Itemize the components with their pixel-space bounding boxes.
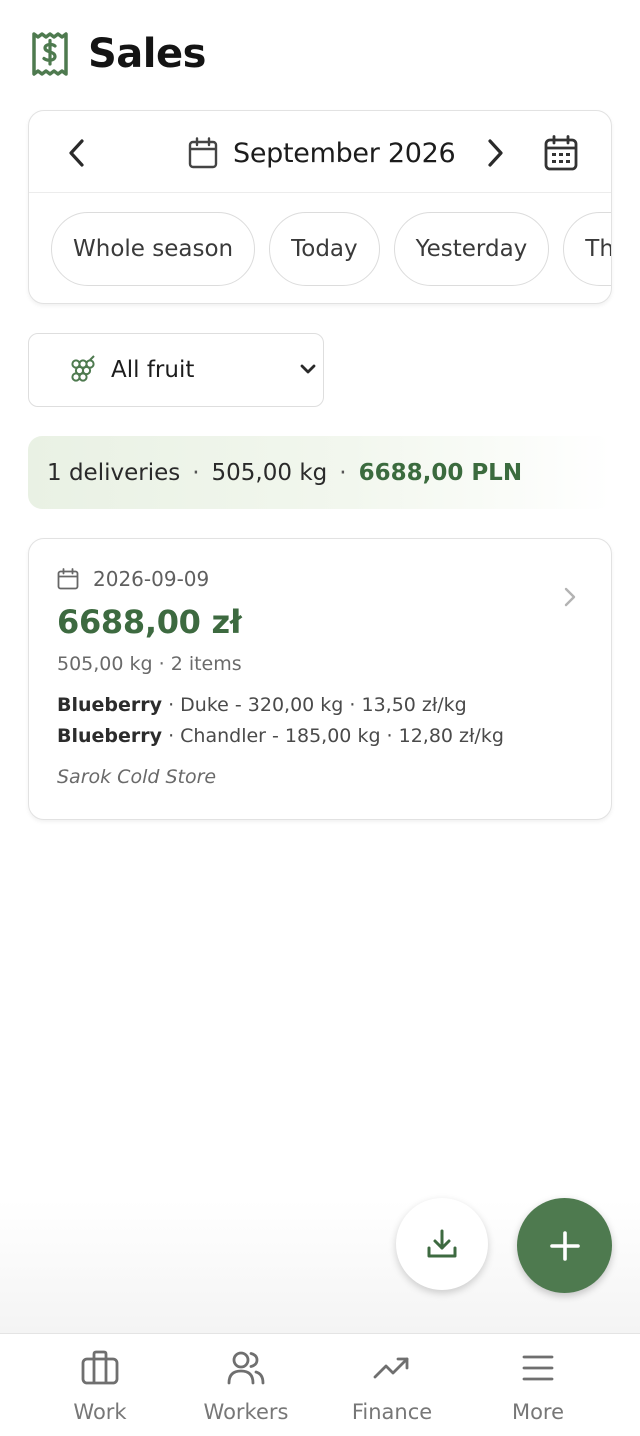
tab-work[interactable]: Work	[27, 1334, 173, 1436]
open-calendar-button[interactable]	[539, 131, 583, 175]
chevron-down-icon	[300, 364, 316, 374]
total-value: 6688,00 PLN	[358, 459, 523, 486]
period-selector-card: September 2026 Whole season Today Yester…	[28, 110, 612, 304]
sale-meta: 505,00 kg · 2 items	[57, 653, 242, 675]
sale-amount: 6688,00 zł	[57, 603, 242, 641]
page-title: Sales	[88, 31, 206, 77]
receipt-dollar-icon	[28, 30, 72, 78]
fruit-filter-value: All fruit	[111, 357, 195, 383]
total-weight: 505,00 kg	[211, 459, 328, 486]
chevron-right-icon	[564, 587, 576, 607]
tab-finance[interactable]: Finance	[319, 1334, 465, 1436]
download-icon	[427, 1229, 457, 1258]
month-navigation: September 2026	[29, 111, 611, 193]
line-item-fruit: Blueberry	[57, 725, 163, 747]
deliveries-count: 1 deliveries	[47, 459, 181, 486]
sale-buyer: Sarok Cold Store	[57, 766, 217, 788]
sale-line-item: Blueberry · Duke - 320,00 kg · 13,50 zł/…	[57, 694, 467, 716]
calendar-grid-icon	[544, 135, 578, 171]
line-item-detail: · Duke - 320,00 kg · 13,50 zł/kg	[162, 694, 467, 716]
page-header: Sales	[28, 28, 206, 80]
quick-period-chips: Whole season Today Yesterday This week	[51, 212, 611, 286]
chip-this-week[interactable]: This week	[563, 212, 611, 286]
separator: ·	[339, 459, 347, 486]
sale-date: 2026-09-09	[57, 567, 209, 591]
sale-card[interactable]: 2026-09-09 6688,00 zł 505,00 kg · 2 item…	[28, 538, 612, 820]
month-label-group[interactable]: September 2026	[187, 133, 456, 173]
tab-label: Work	[73, 1400, 127, 1424]
chevron-right-icon	[488, 139, 503, 167]
chevron-left-icon	[69, 139, 84, 167]
bottom-tab-bar: Work Workers Finance More	[0, 1333, 640, 1436]
trending-up-icon	[372, 1348, 412, 1388]
month-label: September 2026	[233, 137, 456, 169]
chip-yesterday[interactable]: Yesterday	[393, 212, 550, 286]
tab-label: More	[511, 1400, 565, 1424]
line-item-fruit: Blueberry	[57, 694, 163, 716]
grapes-icon	[71, 355, 95, 382]
plus-icon	[549, 1230, 580, 1261]
users-icon	[226, 1348, 266, 1388]
separator: ·	[192, 459, 200, 486]
export-button[interactable]	[396, 1198, 488, 1290]
fruit-filter-select[interactable]: All fruit	[28, 333, 324, 407]
tab-label: Workers	[203, 1400, 289, 1424]
next-month-button[interactable]	[475, 133, 515, 173]
sales-summary: 1 deliveries · 505,00 kg · 6688,00 PLN	[28, 436, 612, 509]
calendar-icon	[187, 136, 219, 170]
add-sale-button[interactable]	[517, 1198, 612, 1293]
briefcase-icon	[80, 1348, 120, 1388]
chip-today[interactable]: Today	[269, 212, 380, 286]
chip-whole-season[interactable]: Whole season	[51, 212, 256, 286]
tab-more[interactable]: More	[465, 1334, 611, 1436]
tab-label: Finance	[351, 1400, 433, 1424]
previous-month-button[interactable]	[57, 133, 97, 173]
menu-icon	[518, 1348, 558, 1388]
calendar-icon	[57, 568, 79, 590]
tab-workers[interactable]: Workers	[173, 1334, 319, 1436]
sale-line-item: Blueberry · Chandler - 185,00 kg · 12,80…	[57, 725, 504, 747]
sale-date-value: 2026-09-09	[93, 567, 210, 591]
line-item-detail: · Chandler - 185,00 kg · 12,80 zł/kg	[162, 725, 504, 747]
